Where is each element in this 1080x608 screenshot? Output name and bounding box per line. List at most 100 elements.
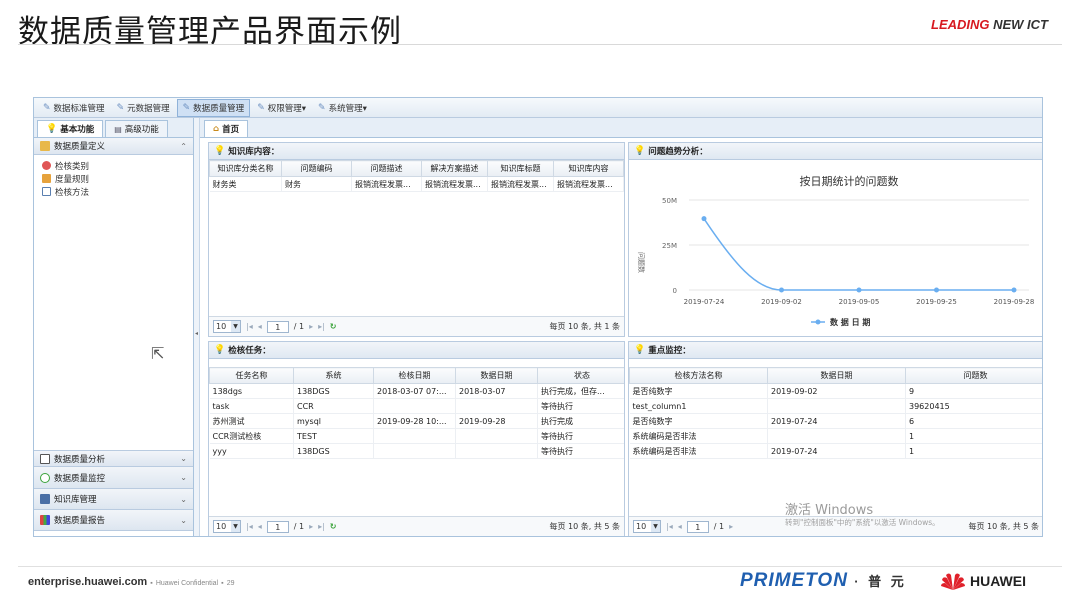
knowledge-pager: 10 ▼ |◂ ◂ 1 / 1 ▸ ▸| ↻ 每页 10 条, 共 1 条 bbox=[209, 316, 624, 336]
section-quality-analysis[interactable]: 数据质量分析 ⌄ bbox=[34, 450, 193, 467]
menu-item-standard[interactable]: ✎ 数据标准管理 bbox=[38, 100, 110, 116]
column-header[interactable]: 知识库内容 bbox=[553, 160, 624, 177]
menu-label: 元数据管理 bbox=[127, 103, 170, 114]
page-size-select[interactable]: 10 ▼ bbox=[213, 320, 241, 333]
page-number-input[interactable]: 1 bbox=[266, 520, 289, 533]
pencil-icon: ✎ bbox=[257, 102, 265, 113]
table-cell: 等待执行 bbox=[537, 398, 624, 414]
x-tick-label: 2019-09-05 bbox=[839, 298, 880, 306]
data-point[interactable] bbox=[856, 287, 862, 293]
table-row[interactable]: test_column1 39620415 bbox=[629, 398, 1042, 414]
method-icon bbox=[42, 187, 51, 196]
bulb-icon: 💡 bbox=[634, 146, 646, 156]
table-row[interactable]: 系统编码是否非法 1 bbox=[629, 428, 1042, 444]
refresh-icon[interactable]: ↻ bbox=[330, 322, 337, 331]
tab-label: 首页 bbox=[222, 125, 240, 135]
tree-item-measure-rule[interactable]: 度量规则 bbox=[34, 172, 193, 185]
column-header[interactable]: 检核方法名称 bbox=[629, 367, 768, 384]
pencil-icon: ✎ bbox=[43, 102, 51, 113]
table-cell: task bbox=[209, 398, 294, 414]
prev-page-icon[interactable]: ◂ bbox=[258, 522, 262, 531]
brand-new-ict: NEW ICT bbox=[989, 17, 1048, 32]
tree-item-check-category[interactable]: 检核类别 bbox=[34, 159, 193, 172]
menu-item-quality[interactable]: ✎ 数据质量管理 bbox=[176, 98, 251, 117]
tab-basic[interactable]: 💡 基本功能 bbox=[37, 120, 104, 137]
prev-page-icon[interactable]: ◂ bbox=[678, 522, 682, 531]
prev-page-icon[interactable]: ◂ bbox=[258, 322, 262, 331]
page-number-input[interactable]: 1 bbox=[686, 520, 709, 533]
column-header[interactable]: 问题描述 bbox=[351, 160, 422, 177]
section-quality-monitor[interactable]: 数据质量监控 ⌄ bbox=[34, 467, 193, 489]
data-point[interactable] bbox=[779, 287, 784, 293]
column-header[interactable]: 数据日期 bbox=[455, 367, 538, 384]
table-cell bbox=[767, 398, 906, 414]
tab-home[interactable]: ⌂ 首页 bbox=[204, 120, 249, 137]
home-icon: ⌂ bbox=[213, 124, 220, 134]
chevron-down-icon[interactable]: ⌄ bbox=[180, 473, 187, 482]
y-tick-label: 50M bbox=[662, 197, 677, 205]
column-header[interactable]: 系统 bbox=[293, 367, 374, 384]
table-row[interactable]: task CCR 等待执行 bbox=[209, 398, 624, 414]
column-header[interactable]: 解决方案描述 bbox=[421, 160, 488, 177]
tree-item-check-method[interactable]: 检核方法 bbox=[34, 185, 193, 198]
table-row[interactable]: 系统编码是否非法 2019-07-24 1 bbox=[629, 443, 1042, 459]
table-row[interactable]: 苏州测试 mysql 2019-09-28 10:... 2019-09-28 执行完成 bbox=[209, 413, 624, 429]
table-cell: 2019-09-28 bbox=[455, 413, 538, 429]
first-page-icon[interactable]: |◂ bbox=[246, 322, 253, 331]
table-cell: 39620415 bbox=[905, 398, 1042, 414]
last-page-icon[interactable]: ▸| bbox=[318, 522, 325, 531]
next-page-icon[interactable]: ▸ bbox=[729, 522, 733, 531]
chevron-down-icon[interactable]: ⌄ bbox=[180, 454, 187, 463]
table-cell: 2019-07-24 bbox=[767, 443, 906, 459]
chevron-up-icon[interactable]: ⌃ bbox=[180, 142, 187, 151]
tab-advanced[interactable]: ▤ 高级功能 bbox=[105, 120, 168, 137]
data-point[interactable] bbox=[1011, 287, 1017, 293]
table-row[interactable]: CCR测试检核 TEST 等待执行 bbox=[209, 428, 624, 444]
table-cell: 9 bbox=[905, 383, 1042, 399]
footer-confidential: Huawei Confidential bbox=[155, 580, 219, 587]
last-page-icon[interactable]: ▸| bbox=[318, 322, 325, 331]
chevron-down-icon[interactable]: ⌄ bbox=[180, 495, 187, 504]
menu-item-metadata[interactable]: ✎ 元数据管理 bbox=[112, 100, 175, 116]
chevron-down-icon: ▼ bbox=[231, 521, 240, 532]
data-point[interactable] bbox=[934, 287, 939, 293]
next-page-icon[interactable]: ▸ bbox=[309, 522, 313, 531]
page-size-select[interactable]: 10 ▼ bbox=[633, 520, 661, 533]
page-number: 29 bbox=[226, 580, 235, 587]
table-row[interactable]: 是否纯数字 2019-07-24 6 bbox=[629, 413, 1042, 429]
first-page-icon[interactable]: |◂ bbox=[666, 522, 673, 531]
tree-label: 检核类别 bbox=[55, 161, 90, 172]
section-label: 数据质量报告 bbox=[54, 516, 106, 526]
mouse-cursor-icon: ⇱ bbox=[151, 344, 165, 363]
table-row[interactable]: 是否纯数字 2019-09-02 9 bbox=[629, 383, 1042, 399]
page-size-select[interactable]: 10 ▼ bbox=[213, 520, 241, 533]
monitor-table: 检核方法名称 数据日期 问题数 是否纯数字 2019-09-02 9 test_co… bbox=[629, 367, 1042, 459]
column-header[interactable]: 检核日期 bbox=[373, 367, 456, 384]
column-header[interactable]: 知识库分类名称 bbox=[209, 160, 282, 177]
table-row[interactable]: 138dgs 138DGS 2018-03-07 07:... 2018-03-07 执… bbox=[209, 383, 624, 399]
column-header[interactable]: 问题数 bbox=[905, 367, 1042, 384]
menu-item-permission[interactable]: ✎ 权限管理▾ bbox=[252, 100, 311, 116]
next-page-icon[interactable]: ▸ bbox=[309, 322, 313, 331]
section-knowledge-base[interactable]: 知识库管理 ⌄ bbox=[34, 489, 193, 510]
section-label: 数据质量分析 bbox=[54, 454, 106, 465]
section-quality-definition[interactable]: 数据质量定义 ⌃ bbox=[34, 138, 193, 155]
collapse-handle-icon[interactable]: ◂ bbox=[195, 330, 198, 337]
column-header[interactable]: 知识库标题 bbox=[487, 160, 554, 177]
page-number-input[interactable]: 1 bbox=[266, 320, 289, 333]
menu-item-system[interactable]: ✎ 系统管理▾ bbox=[313, 100, 372, 116]
column-header[interactable]: 问题编码 bbox=[281, 160, 352, 177]
data-point[interactable] bbox=[701, 216, 707, 222]
book-icon bbox=[40, 494, 50, 504]
table-cell: 执行完成，但存... bbox=[537, 383, 624, 399]
table-row[interactable]: yyy 138DGS 等待执行 bbox=[209, 443, 624, 459]
refresh-icon[interactable]: ↻ bbox=[330, 522, 337, 531]
column-header[interactable]: 状态 bbox=[537, 367, 624, 384]
table-row[interactable]: 财务类 财务 报销流程发票... 报销流程发票... 报销流程发票... 报销流… bbox=[209, 176, 624, 192]
first-page-icon[interactable]: |◂ bbox=[246, 522, 253, 531]
legend[interactable]: 数 据 日 期 bbox=[811, 317, 870, 327]
column-header[interactable]: 任务名称 bbox=[209, 367, 294, 384]
chevron-down-icon[interactable]: ⌄ bbox=[180, 516, 187, 525]
column-header[interactable]: 数据日期 bbox=[767, 367, 906, 384]
section-quality-report[interactable]: 数据质量报告 ⌄ bbox=[34, 510, 193, 531]
